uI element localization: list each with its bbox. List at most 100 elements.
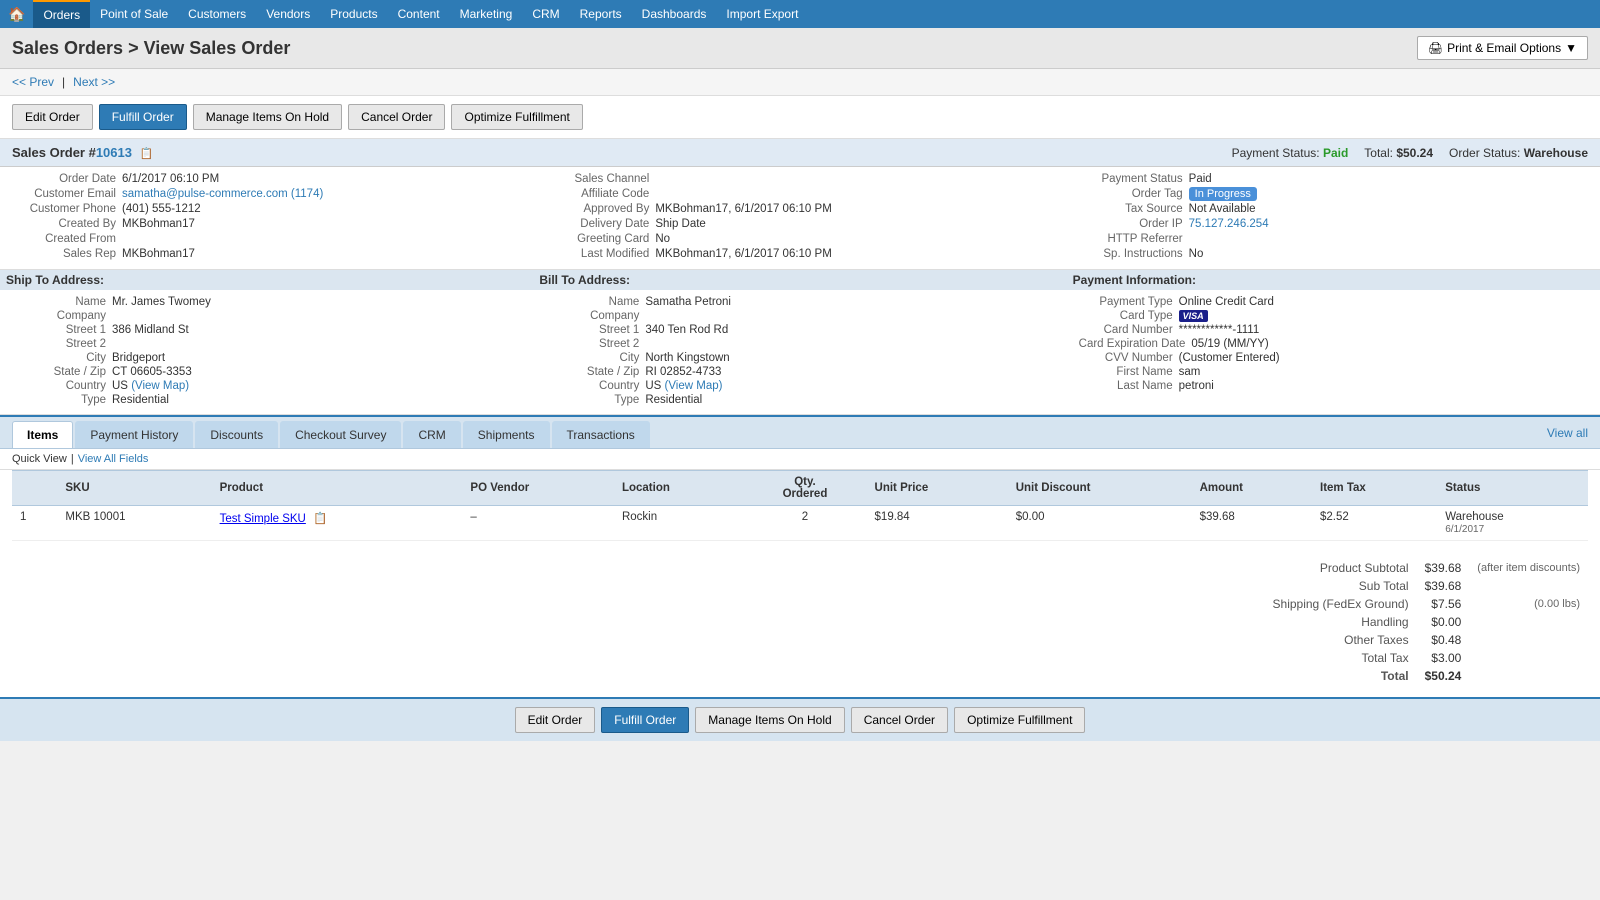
- cvv-value: (Customer Entered): [1179, 352, 1280, 364]
- grand-total-value: $50.24: [1417, 667, 1470, 685]
- payment-last-name: petroni: [1179, 380, 1214, 392]
- page-title: Sales Orders > View Sales Order: [12, 38, 290, 59]
- bottom-edit-order-button[interactable]: Edit Order: [515, 707, 596, 733]
- ship-to-section: Ship To Address: NameMr. James Twomey Co…: [0, 270, 533, 414]
- col-unit-price: Unit Price: [867, 471, 1008, 506]
- nav-reports[interactable]: Reports: [570, 0, 632, 28]
- subtotal-value: $39.68: [1417, 577, 1470, 595]
- quick-view-bar: Quick View | View All Fields: [0, 449, 1600, 470]
- nav-content[interactable]: Content: [388, 0, 450, 28]
- bottom-optimize-button[interactable]: Optimize Fulfillment: [954, 707, 1085, 733]
- sales-rep-value: MKBohman17: [122, 248, 195, 260]
- bottom-fulfill-order-button[interactable]: Fulfill Order: [601, 707, 689, 733]
- tab-checkout-survey[interactable]: Checkout Survey: [280, 421, 401, 448]
- payment-type-value: Online Credit Card: [1179, 296, 1274, 308]
- greeting-card-value: No: [655, 233, 670, 245]
- printer-icon: 🖨: [1428, 41, 1443, 55]
- bill-to-section: Bill To Address: NameSamatha Petroni Com…: [533, 270, 1066, 414]
- tab-items[interactable]: Items: [12, 421, 73, 448]
- row-copy-icon[interactable]: 📋: [313, 513, 327, 525]
- grand-total-label: Total: [1265, 667, 1417, 685]
- nav-marketing[interactable]: Marketing: [450, 0, 523, 28]
- product-link[interactable]: Test Simple SKU: [220, 513, 306, 525]
- row-num: 1: [12, 506, 57, 541]
- table-header-row: SKU Product PO Vendor Location Qty.Order…: [12, 471, 1588, 506]
- order-details-grid: Order Date 6/1/2017 06:10 PM Customer Em…: [0, 167, 1600, 270]
- ship-type: Residential: [112, 394, 169, 406]
- bottom-cancel-order-button[interactable]: Cancel Order: [851, 707, 948, 733]
- subtotal-label: Sub Total: [1265, 577, 1417, 595]
- home-icon[interactable]: 🏠: [8, 6, 25, 23]
- ship-to-header: Ship To Address:: [0, 270, 533, 290]
- tab-crm[interactable]: CRM: [403, 421, 460, 448]
- col-po-vendor: PO Vendor: [462, 471, 614, 506]
- tab-payment-history[interactable]: Payment History: [75, 421, 193, 448]
- other-taxes-label: Other Taxes: [1265, 631, 1417, 649]
- payment-info-header: Payment Information:: [1067, 270, 1600, 290]
- view-all-link[interactable]: View all: [1547, 426, 1588, 440]
- ship-country: US (View Map): [112, 380, 189, 392]
- shipping-note: (0.00 lbs): [1469, 595, 1588, 613]
- order-id-link[interactable]: 10613: [96, 145, 132, 160]
- bottom-manage-hold-button[interactable]: Manage Items On Hold: [695, 707, 844, 733]
- created-by-value: MKBohman17: [122, 218, 195, 230]
- bill-country: US (View Map): [645, 380, 722, 392]
- header-bar: Sales Orders > View Sales Order 🖨 Print …: [0, 28, 1600, 69]
- ship-view-map-link[interactable]: (View Map): [131, 380, 189, 392]
- product-subtotal-value: $39.68: [1417, 559, 1470, 577]
- handling-label: Handling: [1265, 613, 1417, 631]
- total-product-subtotal-row: Product Subtotal $39.68 (after item disc…: [1265, 559, 1588, 577]
- visa-badge: VISA: [1179, 310, 1208, 322]
- order-details-col3: Payment Status Paid Order Tag In Progres…: [1067, 167, 1600, 269]
- email-count-link[interactable]: (1174): [291, 188, 323, 200]
- row-qty: 2: [743, 506, 866, 541]
- col-amount: Amount: [1192, 471, 1312, 506]
- col-location: Location: [614, 471, 744, 506]
- customer-email-link[interactable]: samatha@pulse-commerce.com: [122, 188, 288, 200]
- payment-status-detail-value: Paid: [1189, 173, 1212, 185]
- col-product: Product: [212, 471, 463, 506]
- totals-area: Product Subtotal $39.68 (after item disc…: [0, 553, 1600, 697]
- tab-transactions[interactable]: Transactions: [552, 421, 650, 448]
- nav-dashboards[interactable]: Dashboards: [632, 0, 717, 28]
- top-nav: 🏠 Orders Point of Sale Customers Vendors…: [0, 0, 1600, 28]
- bill-street1: 340 Ten Rod Rd: [645, 324, 728, 336]
- nav-import-export[interactable]: Import Export: [716, 0, 808, 28]
- print-email-button[interactable]: 🖨 Print & Email Options ▼: [1417, 36, 1588, 60]
- sub-header: << Prev | Next >>: [0, 69, 1600, 96]
- payment-status-value: Paid: [1323, 146, 1348, 160]
- bill-view-map-link[interactable]: (View Map): [665, 380, 723, 392]
- order-details-col2: Sales Channel Affiliate Code Approved By…: [533, 167, 1066, 269]
- optimize-button[interactable]: Optimize Fulfillment: [451, 104, 582, 130]
- manage-hold-button[interactable]: Manage Items On Hold: [193, 104, 342, 130]
- next-link[interactable]: Next >>: [73, 75, 115, 89]
- nav-products[interactable]: Products: [320, 0, 387, 28]
- other-taxes-value: $0.48: [1417, 631, 1470, 649]
- prev-link[interactable]: << Prev: [12, 75, 54, 89]
- order-tag-value: In Progress: [1189, 188, 1257, 200]
- tab-shipments[interactable]: Shipments: [463, 421, 550, 448]
- order-ip-link[interactable]: 75.127.246.254: [1189, 218, 1269, 230]
- nav-point-of-sale[interactable]: Point of Sale: [90, 0, 178, 28]
- order-details-col1: Order Date 6/1/2017 06:10 PM Customer Em…: [0, 167, 533, 269]
- nav-customers[interactable]: Customers: [178, 0, 256, 28]
- nav-orders[interactable]: Orders: [33, 0, 90, 28]
- customer-email-value: samatha@pulse-commerce.com (1174): [122, 188, 323, 200]
- edit-order-button[interactable]: Edit Order: [12, 104, 93, 130]
- col-unit-discount: Unit Discount: [1008, 471, 1192, 506]
- nav-vendors[interactable]: Vendors: [256, 0, 320, 28]
- table-row: 1 MKB 10001 Test Simple SKU 📋 – Rockin 2…: [12, 506, 1588, 541]
- view-all-fields-link[interactable]: View All Fields: [78, 453, 149, 465]
- fulfill-order-button[interactable]: Fulfill Order: [99, 104, 187, 130]
- tabs-bar: Items Payment History Discounts Checkout…: [0, 415, 1600, 449]
- col-sku: SKU: [57, 471, 211, 506]
- total-tax-value: $3.00: [1417, 649, 1470, 667]
- nav-crm[interactable]: CRM: [522, 0, 569, 28]
- handling-value: $0.00: [1417, 613, 1470, 631]
- tab-discounts[interactable]: Discounts: [195, 421, 278, 448]
- ship-name: Mr. James Twomey: [112, 296, 211, 308]
- copy-icon[interactable]: 📋: [140, 148, 154, 160]
- cancel-order-button[interactable]: Cancel Order: [348, 104, 445, 130]
- bottom-action-bar: Edit Order Fulfill Order Manage Items On…: [0, 697, 1600, 741]
- total-shipping-row: Shipping (FedEx Ground) $7.56 (0.00 lbs): [1265, 595, 1588, 613]
